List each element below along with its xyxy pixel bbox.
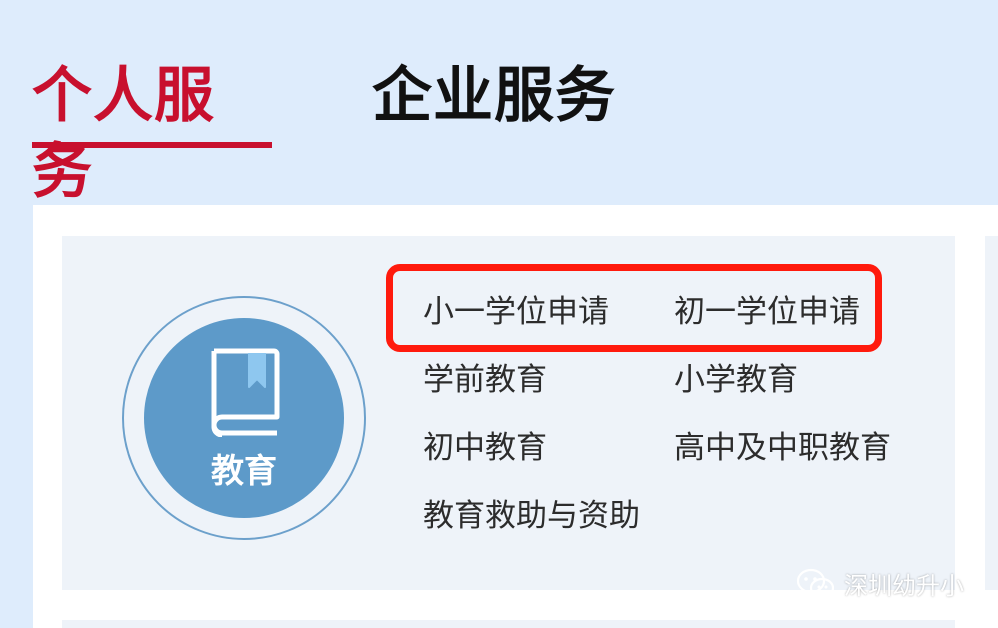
service-tabs: 个人服务 企业服务 xyxy=(32,58,616,207)
wechat-icon xyxy=(796,568,835,598)
link-education-aid[interactable]: 教育救助与资助 xyxy=(423,494,640,538)
link-preschool-education[interactable]: 学前教育 xyxy=(423,358,547,402)
tab-personal-services[interactable]: 个人服务 xyxy=(32,58,272,207)
watermark-text: 深圳幼升小 xyxy=(844,572,964,600)
link-junior-education[interactable]: 初中教育 xyxy=(423,426,547,470)
tab-business-services[interactable]: 企业服务 xyxy=(372,58,616,148)
highlight-box xyxy=(386,264,882,352)
link-primary-education[interactable]: 小学教育 xyxy=(674,358,798,402)
next-card-edge xyxy=(985,236,998,590)
lower-card-edge xyxy=(62,620,955,628)
education-category-label: 教育 xyxy=(211,451,277,490)
watermark: 深圳幼升小 xyxy=(796,566,964,601)
link-senior-vocational-education[interactable]: 高中及中职教育 xyxy=(674,426,891,470)
book-icon xyxy=(211,348,280,437)
